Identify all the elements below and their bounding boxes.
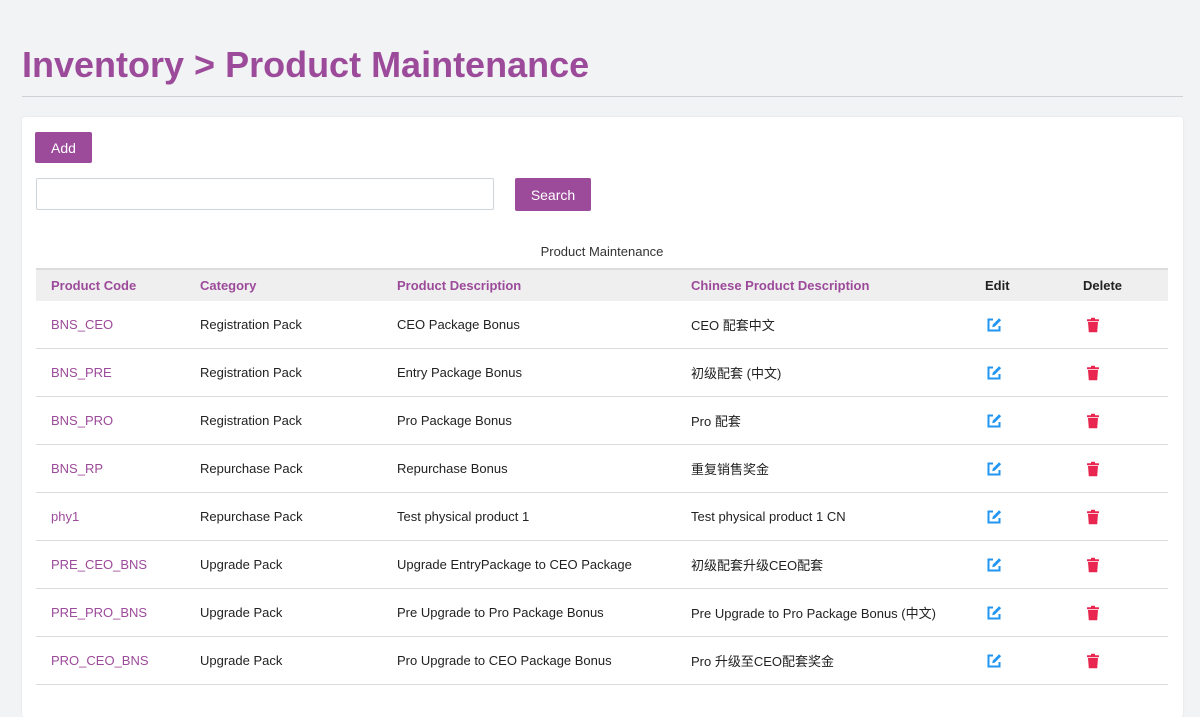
search-button[interactable]: Search — [515, 178, 591, 211]
page-title: Inventory > Product Maintenance — [22, 44, 590, 85]
edit-cell — [970, 492, 1068, 541]
chinese-description-cell: 初级配套升级CEO配套 — [676, 540, 970, 589]
edit-cell — [970, 396, 1068, 445]
chinese-description-cell: Test physical product 1 CN — [676, 492, 970, 541]
table-header: Product Code Category Product Descriptio… — [36, 269, 1168, 301]
chinese-description-cell: Pre Upgrade to Pro Package Bonus (中文) — [676, 588, 970, 637]
header-delete: Delete — [1083, 278, 1123, 293]
product-description-cell: Entry Package Bonus — [382, 348, 676, 397]
product-code-cell[interactable]: PRE_CEO_BNS — [36, 540, 185, 589]
chinese-description-cell: 初级配套 (中文) — [676, 348, 970, 397]
header-edit: Edit — [985, 278, 1010, 293]
search-input[interactable] — [36, 178, 494, 210]
product-code-cell[interactable]: BNS_RP — [36, 444, 185, 493]
product-description-cell: Test physical product 1 — [382, 492, 676, 541]
product-description-cell: Pre Upgrade to Pro Package Bonus — [382, 588, 676, 637]
product-code-cell[interactable]: BNS_CEO — [36, 301, 185, 349]
table-row: PRE_PRO_BNS Upgrade Pack Pre Upgrade to Pr… — [36, 588, 1168, 637]
table-row: BNS_RP Repurchase Pack Repurchase Bonus 重复销… — [36, 444, 1168, 493]
product-description-cell: Pro Upgrade to CEO Package Bonus — [382, 636, 676, 685]
table-caption: Product Maintenance — [540, 244, 664, 259]
table-row: phy1 Repurchase Pack Test physical product… — [36, 492, 1168, 541]
edit-cell — [970, 540, 1068, 589]
delete-cell — [1068, 492, 1168, 541]
category-cell: Upgrade Pack — [185, 540, 382, 589]
delete-cell — [1068, 348, 1168, 397]
header-row: Product Code Category Product Descriptio… — [36, 269, 1168, 301]
table-row: BNS_CEO Registration Pack CEO Package Bonu… — [36, 301, 1168, 349]
edit-cell — [970, 301, 1068, 349]
header-product-code[interactable]: Product Code — [36, 269, 185, 301]
table-row: BNS_PRE Registration Pack Entry Package Bo… — [36, 348, 1168, 397]
table-row: PRO_CEO_BNS Upgrade Pack Pro Upgrade to CE… — [36, 636, 1168, 685]
delete-cell — [1068, 396, 1168, 445]
delete-cell — [1068, 588, 1168, 637]
header-chinese-description[interactable]: Chinese Product Description — [676, 269, 970, 301]
product-table: Product Code Category Product Descriptio… — [36, 268, 1168, 685]
edit-icon[interactable] — [986, 509, 1002, 525]
category-cell: Registration Pack — [185, 348, 382, 397]
edit-icon[interactable] — [986, 653, 1002, 669]
trash-icon[interactable] — [1085, 461, 1101, 477]
chinese-description-cell: Pro 升级至CEO配套奖金 — [676, 636, 970, 685]
chinese-description-cell: Pro 配套 — [676, 396, 970, 445]
edit-icon[interactable] — [986, 317, 1002, 333]
delete-cell — [1068, 444, 1168, 493]
trash-icon[interactable] — [1085, 509, 1101, 525]
product-code-cell[interactable]: PRE_PRO_BNS — [36, 588, 185, 637]
edit-icon[interactable] — [986, 605, 1002, 621]
add-button[interactable]: Add — [35, 132, 92, 163]
product-code-cell[interactable]: phy1 — [36, 492, 185, 541]
product-code-cell[interactable]: BNS_PRO — [36, 396, 185, 445]
product-description-cell: Upgrade EntryPackage to CEO Package — [382, 540, 676, 589]
table-row: BNS_PRO Registration Pack Pro Package Bonu… — [36, 396, 1168, 445]
edit-icon[interactable] — [986, 413, 1002, 429]
edit-cell — [970, 348, 1068, 397]
delete-cell — [1068, 301, 1168, 349]
title-divider — [22, 96, 1183, 97]
delete-cell — [1068, 636, 1168, 685]
category-cell: Repurchase Pack — [185, 444, 382, 493]
content-card: Add Search Product Maintenance Product C… — [22, 117, 1183, 717]
product-code-cell[interactable]: PRO_CEO_BNS — [36, 636, 185, 685]
category-cell: Registration Pack — [185, 301, 382, 349]
edit-icon[interactable] — [986, 557, 1002, 573]
trash-icon[interactable] — [1085, 557, 1101, 573]
chinese-description-cell: 重复销售奖金 — [676, 444, 970, 493]
trash-icon[interactable] — [1085, 653, 1101, 669]
edit-cell — [970, 588, 1068, 637]
header-category[interactable]: Category — [185, 269, 382, 301]
category-cell: Upgrade Pack — [185, 588, 382, 637]
category-cell: Upgrade Pack — [185, 636, 382, 685]
trash-icon[interactable] — [1085, 605, 1101, 621]
edit-cell — [970, 444, 1068, 493]
product-description-cell: Repurchase Bonus — [382, 444, 676, 493]
edit-icon[interactable] — [986, 461, 1002, 477]
header-product-description[interactable]: Product Description — [382, 269, 676, 301]
table-row: PRE_CEO_BNS Upgrade Pack Upgrade EntryPack… — [36, 540, 1168, 589]
product-description-cell: Pro Package Bonus — [382, 396, 676, 445]
product-code-cell[interactable]: BNS_PRE — [36, 348, 185, 397]
trash-icon[interactable] — [1085, 413, 1101, 429]
trash-icon[interactable] — [1085, 365, 1101, 381]
category-cell: Repurchase Pack — [185, 492, 382, 541]
chinese-description-cell: CEO 配套中文 — [676, 301, 970, 349]
category-cell: Registration Pack — [185, 396, 382, 445]
delete-cell — [1068, 540, 1168, 589]
edit-cell — [970, 636, 1068, 685]
trash-icon[interactable] — [1085, 317, 1101, 333]
edit-icon[interactable] — [986, 365, 1002, 381]
product-description-cell: CEO Package Bonus — [382, 301, 676, 349]
table-body: BNS_CEO Registration Pack CEO Package Bonu… — [36, 301, 1168, 685]
